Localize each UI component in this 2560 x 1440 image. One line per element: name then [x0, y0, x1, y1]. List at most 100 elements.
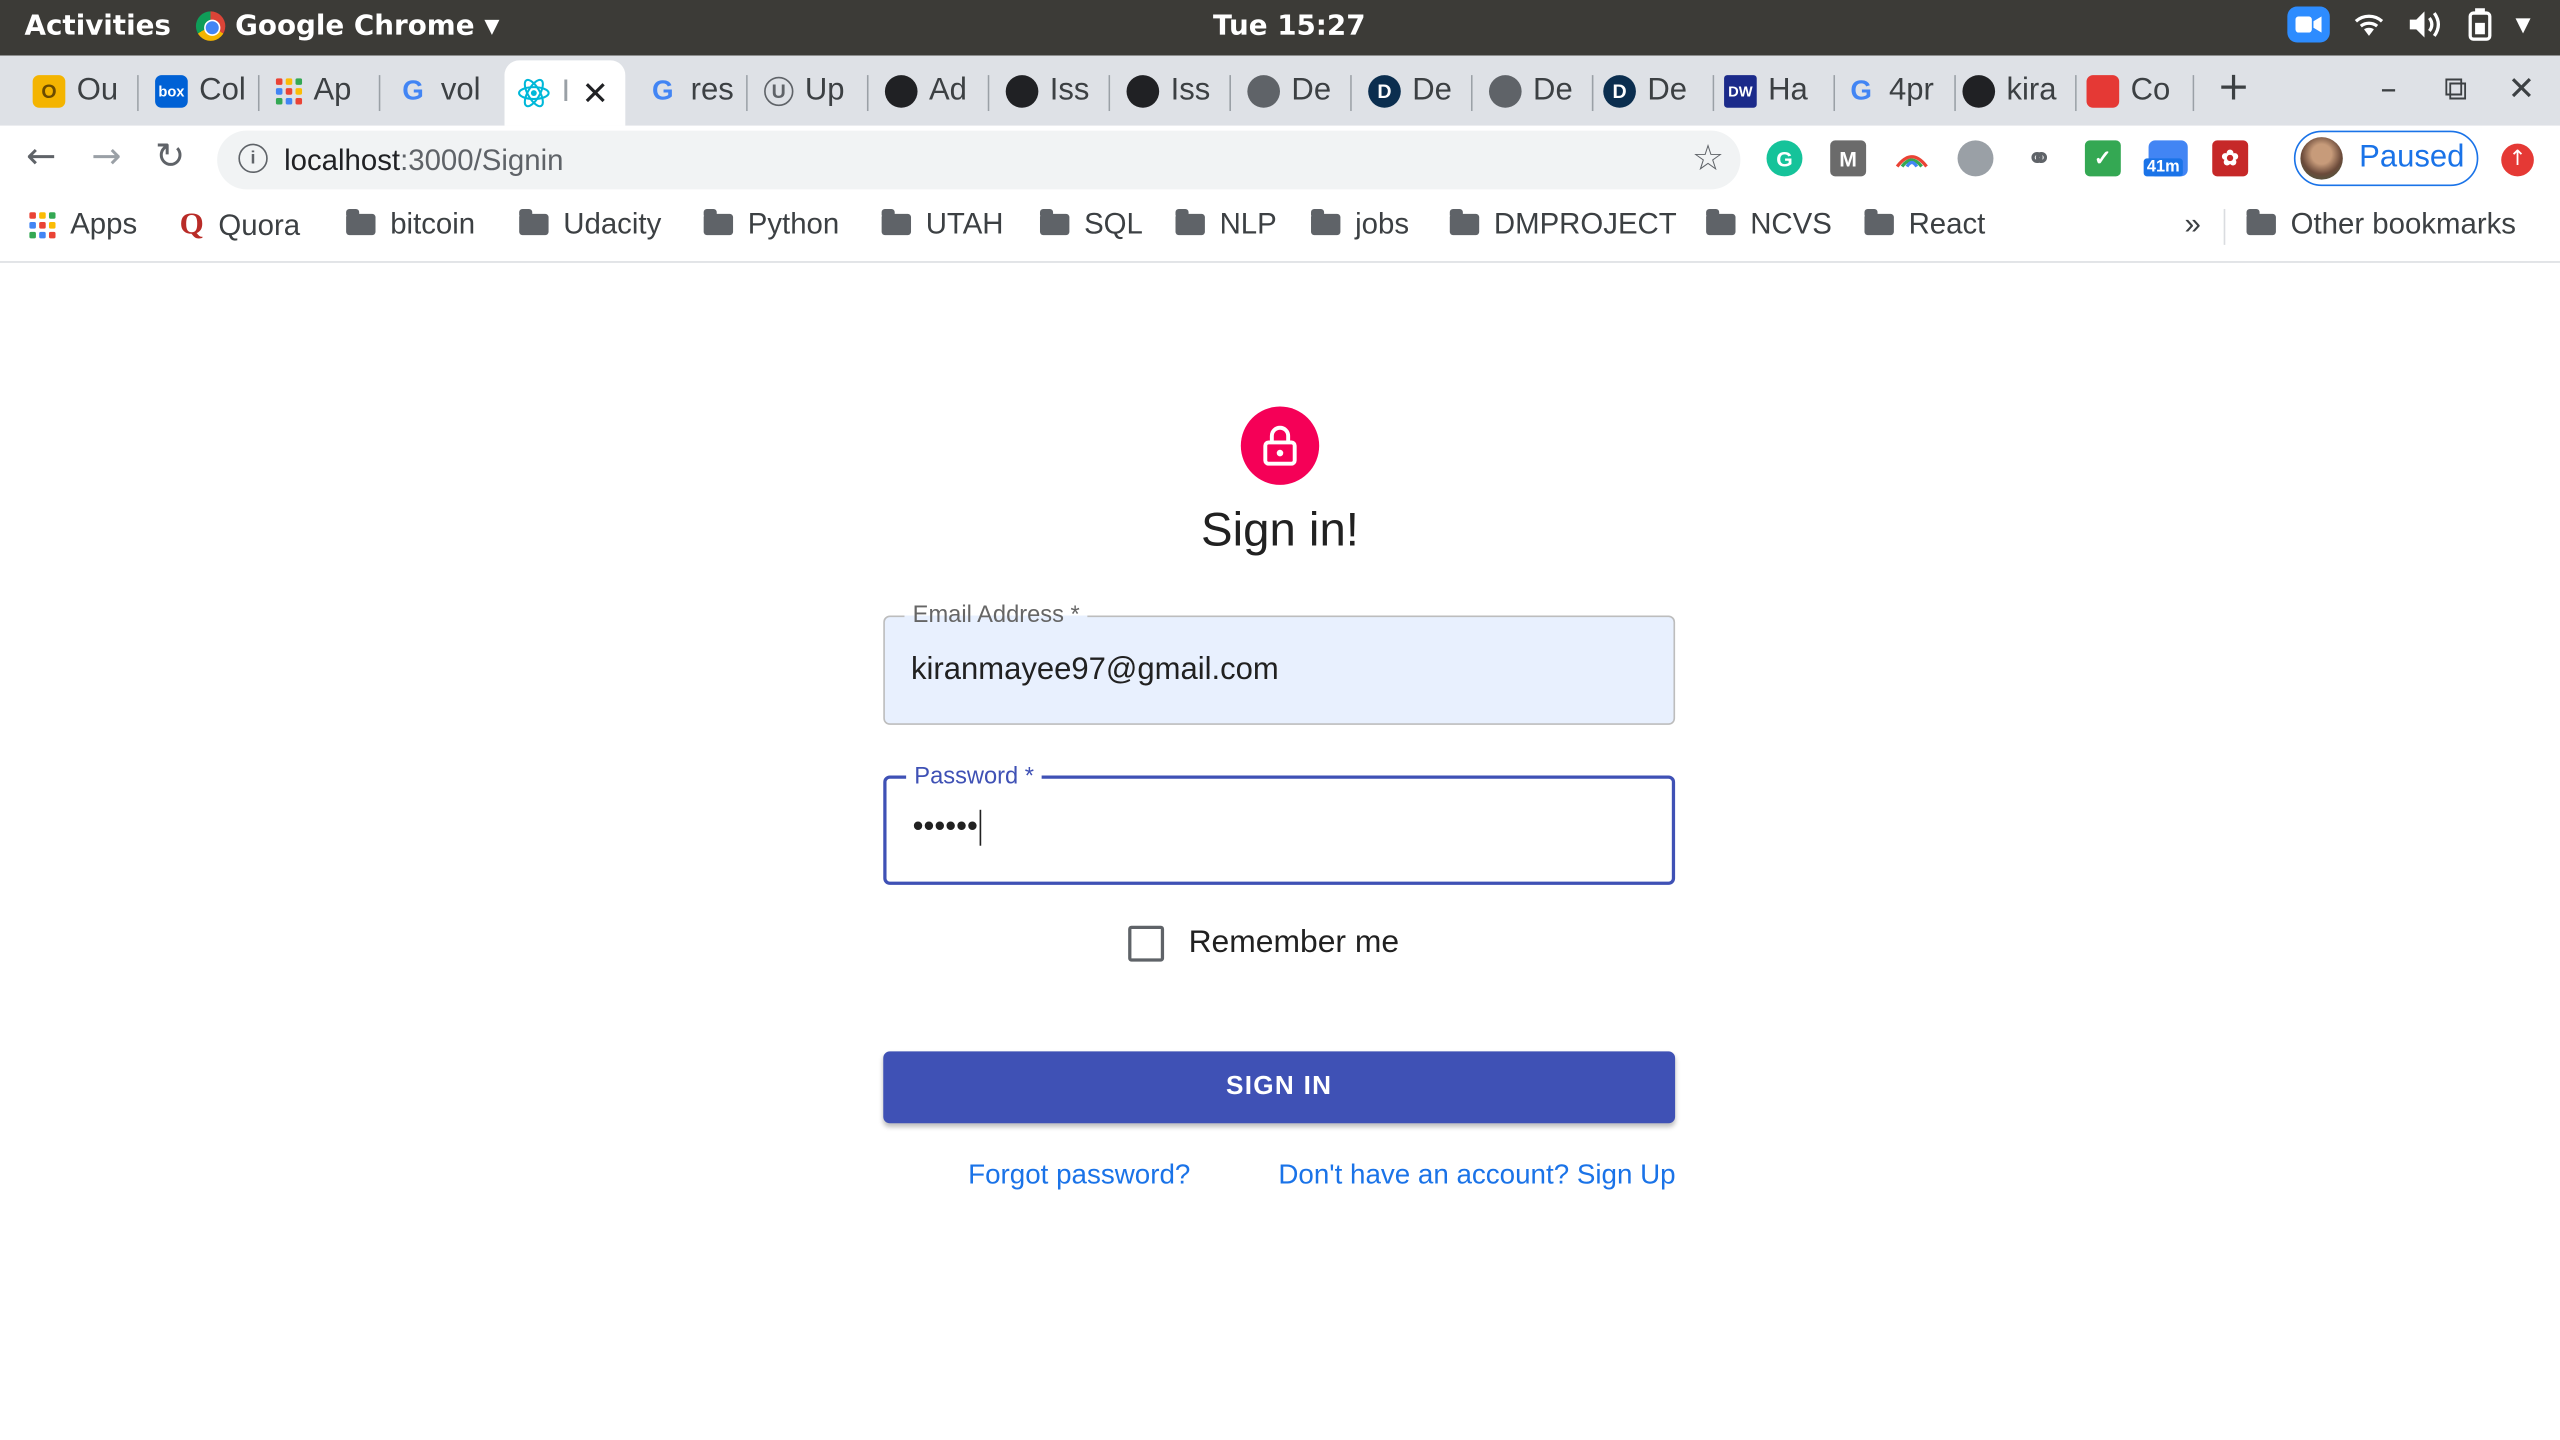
rainbow-extension-icon[interactable]	[1894, 140, 1930, 176]
folder-icon	[1864, 208, 1894, 236]
back-icon[interactable]: ←	[26, 137, 56, 178]
tab[interactable]: De	[1473, 60, 1594, 122]
url-text[interactable]: localhost:3000/Signin	[284, 144, 563, 178]
system-menu-chevron-icon[interactable]: ▼	[2516, 13, 2531, 36]
tab-title: Up	[804, 73, 845, 108]
tab[interactable]: Ad	[869, 60, 990, 122]
tab-active[interactable]: I ✕	[504, 60, 626, 126]
paw-extension-icon[interactable]: ✿	[2212, 140, 2249, 177]
tab[interactable]: Iss	[989, 60, 1111, 122]
tab[interactable]: Co	[2077, 60, 2195, 122]
timer-extension-icon[interactable]: 41m	[2143, 140, 2188, 177]
bookmarks-overflow-icon[interactable]: »	[2184, 207, 2200, 241]
folder-icon	[346, 208, 376, 236]
bookmark-folder[interactable]: bitcoin	[346, 207, 475, 241]
forgot-password-link[interactable]: Forgot password?	[968, 1159, 1190, 1192]
browser-toolbar: ← → ↻ i localhost:3000/Signin ☆ G M ⚭ ✓ …	[0, 125, 2560, 195]
email-field[interactable]: Email Address * kiranmayee97@gmail.com	[883, 600, 1676, 725]
mail-extension-icon[interactable]: ✓	[2084, 140, 2121, 177]
bookmark-folder[interactable]: Udacity	[519, 207, 661, 241]
github-icon	[1005, 75, 1039, 108]
bookmark-folder[interactable]: UTAH	[881, 207, 1004, 241]
sign-up-link[interactable]: Don't have an account? Sign Up	[1278, 1159, 1675, 1192]
grammarly-icon[interactable]: G	[1766, 140, 1803, 177]
clock[interactable]: Tue 15:27	[1213, 10, 1365, 43]
tab-title: De	[1412, 73, 1452, 108]
tab[interactable]: De	[1231, 60, 1352, 122]
bookmark-quora[interactable]: Q Quora	[180, 207, 301, 243]
tab[interactable]: box Col	[139, 60, 260, 122]
profile-status: Paused	[2359, 140, 2465, 175]
tab[interactable]: Iss	[1110, 60, 1232, 122]
close-tab-icon[interactable]: ✕	[582, 73, 609, 114]
password-value[interactable]: ••••••	[913, 809, 982, 846]
password-field[interactable]: Password * ••••••	[883, 762, 1676, 885]
bookmark-folder[interactable]: DMPROJECT	[1449, 207, 1677, 241]
tab-title: I	[561, 75, 571, 110]
battery-icon	[2468, 8, 2492, 41]
tab[interactable]: G 4pr	[1835, 60, 1956, 122]
profile-button[interactable]: Paused	[2293, 130, 2479, 187]
folder-icon	[703, 208, 734, 236]
tab-title: Col	[199, 73, 246, 108]
bookmark-folder[interactable]: NLP	[1175, 207, 1277, 241]
tab[interactable]: kira	[1956, 60, 2077, 122]
tab[interactable]: D De	[1593, 60, 1715, 122]
github-icon	[884, 75, 918, 108]
avatar	[2300, 137, 2343, 180]
bookmark-folder[interactable]: SQL	[1039, 207, 1143, 241]
chrome-update-icon[interactable]: ↑	[2501, 143, 2534, 177]
wifi-icon	[2354, 14, 2383, 36]
bookmark-folder[interactable]: NCVS	[1706, 207, 1832, 241]
site-info-icon[interactable]: i	[238, 143, 268, 174]
tab[interactable]: U Up	[748, 60, 869, 122]
bookmark-folder[interactable]: Python	[703, 207, 839, 241]
apps-grid-icon	[275, 78, 303, 105]
tab[interactable]: G res	[627, 60, 748, 122]
reload-icon[interactable]: ↻	[155, 137, 185, 178]
address-bar[interactable]: i localhost:3000/Signin ☆	[217, 130, 1741, 190]
zoom-icon[interactable]	[2286, 6, 2330, 43]
link-extension-icon[interactable]: ⚭	[2021, 140, 2057, 176]
timer-badge: 41m	[2143, 158, 2183, 177]
medium-icon[interactable]: M	[1830, 140, 1867, 177]
google-icon: G	[402, 75, 424, 107]
email-label: Email Address *	[904, 600, 1088, 631]
restore-icon[interactable]: ⧉	[2444, 69, 2467, 108]
close-window-icon[interactable]: ✕	[2508, 69, 2535, 108]
bookmark-folder[interactable]: React	[1864, 207, 1985, 241]
app-menu[interactable]: Google Chrome ▼	[195, 10, 500, 42]
tab[interactable]: DW Ha	[1714, 60, 1836, 122]
tab[interactable]: D De	[1352, 60, 1473, 122]
google-icon: G	[1850, 75, 1873, 107]
minimize-icon[interactable]: –	[2380, 69, 2396, 108]
tab[interactable]: G vol	[380, 60, 501, 122]
bookmark-apps[interactable]: Apps	[29, 207, 137, 241]
checkbox-box[interactable]	[1128, 924, 1165, 961]
react-icon	[517, 78, 550, 108]
sign-in-button[interactable]: SIGN IN	[883, 1051, 1676, 1124]
chevron-down-icon: ▼	[484, 14, 500, 38]
bookmark-star-icon[interactable]: ☆	[1692, 137, 1724, 179]
bookmark-folder[interactable]: jobs	[1311, 207, 1409, 241]
new-tab-button[interactable]: +	[2217, 64, 2250, 110]
remember-me-checkbox[interactable]: Remember me	[1128, 924, 1399, 962]
tab-title: 4pr	[1888, 73, 1934, 108]
github-icon	[1126, 75, 1160, 108]
folder-icon	[881, 208, 912, 236]
forward-icon[interactable]: →	[91, 137, 121, 178]
remember-me-label: Remember me	[1188, 924, 1400, 960]
d-icon: D	[1603, 75, 1636, 108]
system-tray[interactable]: ▼	[2286, 6, 2531, 43]
folder-icon	[2246, 208, 2276, 236]
tab[interactable]: Ap	[260, 60, 381, 122]
bookmarks-bar: Apps Q Quora bitcoin Udacity Python UTAH…	[0, 194, 2560, 263]
bookmark-other[interactable]: Other bookmarks	[2246, 207, 2516, 241]
box-icon: box	[155, 75, 188, 108]
activities-button[interactable]: Activities	[24, 10, 170, 43]
email-value[interactable]: kiranmayee97@gmail.com	[911, 653, 1279, 689]
tab[interactable]: O Ou	[0, 60, 139, 122]
bookmarks-divider	[2223, 208, 2226, 245]
os-top-bar: Activities Google Chrome ▼ Tue 15:27 ▼	[0, 0, 2560, 56]
chat-bubble-icon[interactable]	[1957, 140, 1994, 177]
